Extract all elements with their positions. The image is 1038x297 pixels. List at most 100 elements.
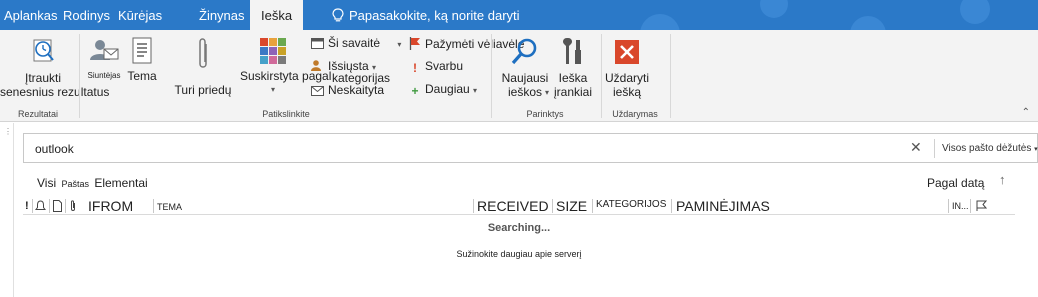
tell-me-text: Papasakokite, ką norite daryti [349, 8, 520, 23]
attachment-column-icon[interactable] [69, 200, 77, 217]
has-attachments-button[interactable]: Turi priedų [170, 36, 236, 97]
folder-pane-collapsed[interactable]: ⋮ [0, 123, 14, 297]
group-separator [491, 34, 492, 118]
divider [592, 199, 593, 213]
magnifier-icon [511, 38, 537, 65]
divider [32, 199, 33, 213]
more-filters-label: Daugiau [425, 82, 470, 96]
divider [65, 199, 66, 213]
reminder-bell-icon[interactable] [35, 200, 46, 217]
importance-column-icon[interactable]: ! [25, 200, 29, 217]
column-received[interactable]: RECEIVED [477, 198, 549, 215]
background-pattern [640, 14, 680, 30]
from-filter-label: Siuntėjas [87, 71, 121, 80]
tab-help[interactable]: Žinynas [199, 0, 245, 30]
categorized-button[interactable]: Suskirstyta pagal ▾ [240, 36, 332, 97]
tab-developer[interactable]: Kūrėjas [118, 0, 162, 30]
filter-bar: Visi Paštas Elementai [37, 176, 148, 190]
chevron-down-icon: ▾ [1034, 146, 1038, 153]
tab-view[interactable]: Rodinys [63, 0, 110, 30]
background-pattern [960, 0, 990, 24]
background-pattern [760, 0, 788, 18]
background-pattern [850, 16, 886, 30]
search-scope-dropdown[interactable]: Visos pašto dėžutės ▾ [942, 143, 1038, 154]
exclamation-icon: ! [413, 61, 417, 75]
divider [552, 199, 553, 213]
learn-more-server-link[interactable]: Sužinokite daugiau apie serverį [0, 249, 1038, 259]
search-tools-label-1: Ieška [558, 71, 588, 85]
more-filters-button[interactable]: + Daugiau ▾ [409, 82, 477, 98]
ribbon-tab-bar: Aplankas Rodinys Kūrėjas Žinynas Ieška P… [0, 0, 1038, 30]
column-size[interactable]: SIZE [556, 198, 587, 215]
search-input[interactable]: outlook [35, 142, 74, 156]
chevron-down-icon: ▾ [545, 88, 550, 97]
search-scope-label: Visos pašto dėžutės [942, 143, 1032, 154]
flag-status-column-icon[interactable] [976, 200, 988, 217]
filter-mail[interactable]: Paštas [61, 179, 89, 189]
more-icon: ⋮ [4, 127, 12, 136]
chevron-down-icon: ▾ [397, 40, 402, 49]
envelope-icon [311, 86, 324, 96]
include-older-results-button[interactable]: Įtraukti senesnius rezultatus [0, 36, 110, 99]
divider [671, 199, 672, 213]
tools-icon [563, 38, 581, 64]
sort-by-date[interactable]: Pagal datą [927, 176, 984, 190]
lightbulb-icon [332, 8, 344, 22]
chevron-down-icon: ▾ [270, 85, 275, 94]
column-in-folder[interactable]: IN... [952, 201, 969, 218]
search-tools-button[interactable]: Ieška įrankiai [553, 36, 593, 99]
divider [473, 199, 474, 213]
close-search-label-2: iešką [612, 85, 641, 99]
filter-items[interactable]: Elementai [94, 176, 147, 190]
column-subject[interactable]: TEMA [157, 202, 182, 219]
group-label-options: Parinktys [526, 109, 564, 119]
group-label-results: Rezultatai [17, 109, 59, 119]
this-week-button[interactable]: Ši savaitė ▾ [311, 36, 401, 52]
document-lines-icon [132, 37, 152, 64]
clear-search-icon[interactable]: ✕ [910, 139, 922, 156]
tab-folder[interactable]: Aplankas [4, 0, 57, 30]
filter-all[interactable]: Visi [37, 176, 56, 190]
subject-filter-button[interactable]: Tema [122, 36, 162, 83]
important-label: Svarbu [425, 59, 464, 73]
categories-grid-icon [260, 38, 286, 64]
column-header-row: ! IFROM TEMA RECEIVED SIZE KATEGORIJOS P… [23, 198, 1015, 215]
paperclip-icon [199, 38, 207, 68]
column-mentions[interactable]: PAMINĖJIMAS [676, 198, 770, 215]
include-older-label-2: senesnius rezultatus [0, 85, 110, 99]
tab-search[interactable]: Ieška [250, 0, 304, 30]
column-from[interactable]: IFROM [88, 198, 133, 215]
close-icon [615, 40, 639, 64]
unread-button[interactable]: Neskaityta [311, 83, 384, 97]
flag-icon [409, 37, 420, 50]
unread-label: Neskaityta [328, 83, 385, 97]
search-tools-label-2: įrankiai [553, 85, 592, 99]
calendar-icon [311, 38, 324, 49]
from-filter-button[interactable]: Siuntėjas [84, 36, 124, 83]
important-button[interactable]: ! Svarbu [409, 59, 463, 75]
group-separator [601, 34, 602, 118]
subject-filter-label: Tema [127, 69, 157, 83]
divider [153, 199, 154, 213]
has-attachments-label: Turi priedų [174, 83, 232, 97]
close-search-button[interactable]: Uždaryti iešką [604, 36, 650, 99]
this-week-label: Ši savaitė [328, 36, 381, 50]
include-older-label-1: Įtraukti [24, 71, 61, 85]
divider [948, 199, 949, 213]
recent-searches-label-1: Naujausi [501, 71, 549, 85]
group-label-close: Uždarymas [612, 109, 658, 119]
search-ribbon: Įtraukti senesnius rezultatus Rezultatai… [0, 30, 1038, 122]
item-type-icon[interactable] [53, 200, 62, 217]
group-label-refine: Patikslinkite [262, 109, 310, 119]
searching-status: Searching... [487, 222, 551, 234]
sender-icon [90, 40, 119, 60]
column-categories[interactable]: KATEGORIJOS [596, 199, 666, 216]
search-box[interactable]: outlook ✕ Visos pašto dėžutės ▾ [23, 133, 1038, 163]
tell-me-box[interactable]: Papasakokite, ką norite daryti [332, 0, 520, 30]
group-separator [670, 34, 671, 118]
sort-arrow-up-icon[interactable]: ↑ [999, 172, 1006, 187]
group-separator [79, 34, 80, 118]
categorized-label-1: Suskirstyta pagal [240, 69, 332, 83]
collapse-ribbon-icon[interactable]: ⌃ [1022, 107, 1030, 118]
chevron-down-icon: ▾ [473, 86, 478, 95]
